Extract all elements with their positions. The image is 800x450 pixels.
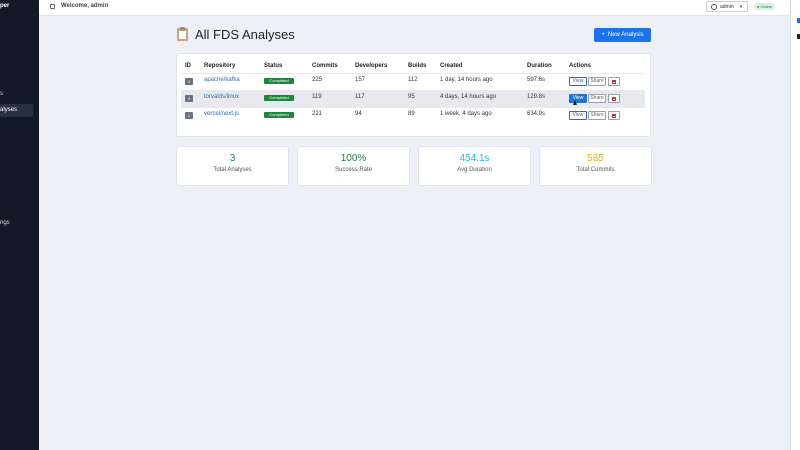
user-menu-button[interactable]: admin ▼ <box>706 1 748 12</box>
share-button[interactable]: Share <box>588 77 606 86</box>
sidebar-item-1[interactable]: s <box>0 91 3 97</box>
stat-value: 100% <box>340 153 367 164</box>
id-badge: 1 <box>185 112 193 119</box>
chevron-down-icon: ▼ <box>739 4 743 9</box>
th-repository: Repository <box>204 63 236 69</box>
developers-cell: 157 <box>355 77 366 83</box>
user-icon <box>711 4 717 10</box>
id-badge: 2 <box>185 78 193 85</box>
sidebar-brand: per <box>0 3 10 9</box>
status-completed-badge: Completed <box>264 78 294 84</box>
share-button[interactable]: Share <box>588 94 606 103</box>
duration-cell: 634.9s <box>527 111 546 117</box>
stat-card-total-analyses: 3 Total Analyses <box>176 146 289 186</box>
new-analysis-button[interactable]: + New Analysis <box>594 28 651 42</box>
view-button[interactable]: View <box>569 77 587 86</box>
clipboard-icon <box>177 26 188 41</box>
th-status: Status <box>264 63 283 69</box>
th-builds: Builds <box>408 63 427 69</box>
trash-icon <box>612 97 616 101</box>
created-cell: 1 day, 14 hours ago <box>440 77 493 83</box>
stat-label: Avg Duration <box>457 167 492 173</box>
commits-cell: 221 <box>312 111 323 117</box>
stat-value: 3 <box>229 153 236 164</box>
repo-link[interactable]: vercel/next.js <box>204 111 239 117</box>
developers-cell: 94 <box>355 111 362 117</box>
new-analysis-label: New Analysis <box>607 32 644 38</box>
th-developers: Developers <box>355 63 388 69</box>
page-title: All FDS Analyses <box>195 26 295 42</box>
th-created: Created <box>440 63 463 69</box>
delete-button[interactable] <box>608 94 620 103</box>
plus-icon: + <box>601 32 605 38</box>
user-name: admin <box>720 4 734 10</box>
trash-icon <box>612 80 616 84</box>
view-button[interactable]: View <box>569 111 587 120</box>
welcome-text: Welcome, admin <box>61 3 109 9</box>
created-cell: 4 days, 14 hours ago <box>440 94 497 100</box>
th-id: ID <box>185 63 191 69</box>
created-cell: 1 week, 4 days ago <box>440 111 492 117</box>
status-badge: ● Online <box>754 3 776 10</box>
stat-value: 454.1s <box>459 153 490 164</box>
trash-icon <box>612 114 616 118</box>
delete-button[interactable] <box>608 111 620 120</box>
view-button[interactable]: View <box>569 94 587 103</box>
builds-cell: 95 <box>408 94 415 100</box>
share-button[interactable]: Share <box>588 111 606 120</box>
developers-cell: 117 <box>355 94 365 100</box>
duration-cell: 597.6s <box>527 77 546 83</box>
status-completed-badge: Completed <box>264 95 294 101</box>
sidebar-item-analyses[interactable]: alyses <box>0 104 33 117</box>
builds-cell: 112 <box>408 77 418 83</box>
stat-value: 585 <box>587 153 604 164</box>
th-actions: Actions <box>569 63 592 69</box>
stat-card-success-rate: 100% Success Rate <box>297 146 410 186</box>
th-duration: Duration <box>527 63 552 69</box>
commits-cell: 119 <box>312 94 322 100</box>
mouse-cursor-icon <box>573 100 577 105</box>
status-badge-label: Online <box>760 4 773 9</box>
delete-button[interactable] <box>608 77 620 86</box>
stat-label: Total Commits <box>576 167 615 173</box>
right-panel-edge <box>790 0 800 450</box>
builds-cell: 89 <box>408 111 415 117</box>
stat-card-avg-duration: 454.1s Avg Duration <box>418 146 531 186</box>
duration-cell: 129.8s <box>527 94 546 100</box>
stat-label: Total Analyses <box>213 167 252 173</box>
topbar: Welcome, admin admin ▼ ● Online <box>39 0 790 16</box>
status-completed-badge: Completed <box>264 112 294 118</box>
sidebar: per s alyses ngs <box>0 0 39 450</box>
sidebar-item-settings[interactable]: ngs <box>0 220 10 226</box>
repo-link[interactable]: apache/kafka <box>204 77 240 83</box>
th-commits: Commits <box>312 63 338 69</box>
stat-card-total-commits: 585 Total Commits <box>539 146 652 186</box>
page-heading: All FDS Analyses <box>177 26 295 42</box>
repo-link[interactable]: torvalds/linux <box>204 94 239 100</box>
sidebar-toggle-icon[interactable] <box>50 4 55 9</box>
stat-label: Success Rate <box>334 167 373 173</box>
commits-cell: 225 <box>312 77 323 83</box>
id-badge: 3 <box>185 95 193 102</box>
